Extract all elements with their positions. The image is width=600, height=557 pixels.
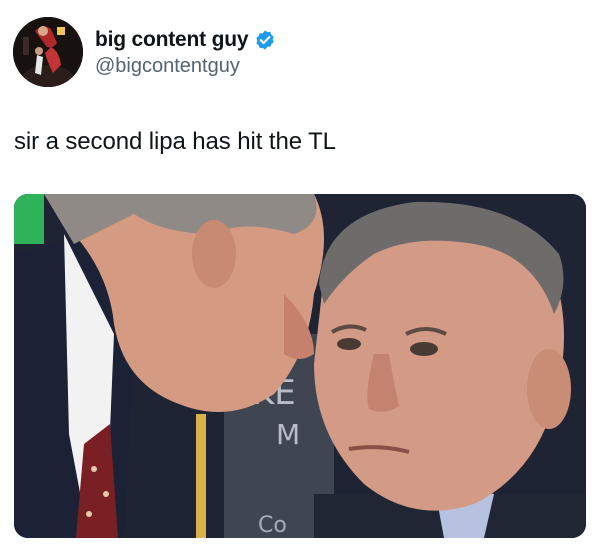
author-display-name[interactable]: big content guy: [95, 28, 249, 52]
tweet-media[interactable]: KE M Co: [14, 194, 586, 538]
tweet-card: big content guy @bigcontentguy sir a sec…: [0, 0, 600, 557]
avatar-photo-icon: [13, 17, 83, 87]
author-avatar[interactable]: [13, 17, 83, 87]
board-text-2: M: [276, 418, 300, 451]
author-name-row[interactable]: big content guy: [95, 27, 276, 53]
board-text-3: Co: [258, 513, 287, 538]
verified-badge-icon: [256, 30, 274, 50]
author-handle[interactable]: @bigcontentguy: [95, 55, 240, 78]
photo-icon: KE M Co: [14, 194, 586, 538]
tweet-text: sir a second lipa has hit the TL: [14, 128, 336, 155]
